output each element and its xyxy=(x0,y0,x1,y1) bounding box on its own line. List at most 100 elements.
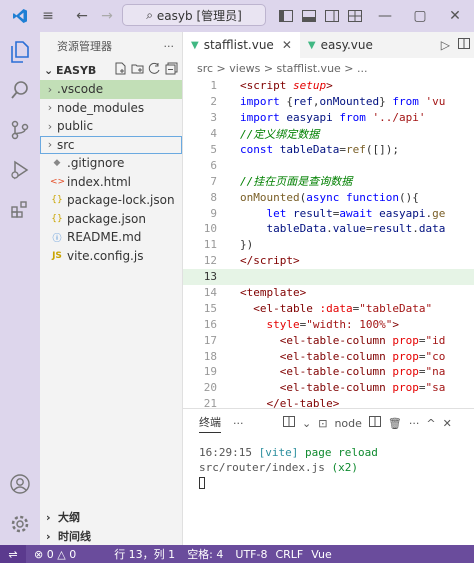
code-line[interactable]: 11}) xyxy=(183,237,474,253)
toggle-panel-icon[interactable] xyxy=(297,4,321,28)
tree-item-node-modules[interactable]: › node_modules xyxy=(40,99,182,118)
tab-stafflist-vue[interactable]: ▼ stafflist.vue ✕ xyxy=(183,32,300,58)
code-text: tableData.value=result.data xyxy=(266,222,446,236)
terminal-time: 16:29:15 xyxy=(199,446,252,459)
new-file-icon[interactable] xyxy=(114,62,127,78)
warning-icon: △ xyxy=(57,547,66,561)
manage-gear-icon[interactable] xyxy=(0,504,40,544)
code-line[interactable]: 18 <el-table-column prop="co xyxy=(183,348,474,364)
code-line[interactable]: 20 <el-table-column prop="sa xyxy=(183,380,474,396)
split-terminal-icon[interactable] xyxy=(283,416,295,430)
chevron-down-icon: ⌄ xyxy=(44,63,54,77)
trash-icon[interactable]: 🗑 xyxy=(388,417,402,430)
maximize-panel-icon[interactable]: ^ xyxy=(426,417,435,430)
collapse-all-icon[interactable] xyxy=(165,62,178,78)
close-panel-icon[interactable]: ✕ xyxy=(443,417,452,430)
breadcrumb[interactable]: src > views > stafflist.vue > ... xyxy=(183,58,474,78)
code-editor[interactable]: 1 <script setup> 2 import {ref,onMounted} f… xyxy=(183,78,474,412)
arrow-right-icon[interactable]: → xyxy=(95,4,119,28)
code-line[interactable]: 13 xyxy=(183,268,474,285)
code-line[interactable]: 4 //定义绑定数据 xyxy=(183,126,474,142)
chevron-down-icon[interactable]: ⌄ xyxy=(302,417,311,430)
tree-item-src[interactable]: › src xyxy=(40,135,182,154)
code-text: <script setup> xyxy=(240,79,333,93)
command-center-search[interactable]: ⌕ easyb [管理员] xyxy=(122,4,266,26)
workspace-folder[interactable]: ⌄ EASYB xyxy=(40,60,182,80)
code-line[interactable]: 9 let result=await easyapi.ge xyxy=(183,205,474,221)
close-window-icon[interactable]: ✕ xyxy=(443,4,467,28)
panel-dots-icon[interactable]: ··· xyxy=(409,417,420,430)
split-editor-icon[interactable] xyxy=(458,38,470,52)
explorer-icon[interactable] xyxy=(0,32,40,72)
tree-item-gitignore[interactable]: ◆ .gitignore xyxy=(40,154,182,173)
tree-item-index-html[interactable]: <> index.html xyxy=(40,173,182,192)
line-number: 10 xyxy=(203,222,217,236)
source-control-icon[interactable] xyxy=(0,110,40,150)
new-folder-icon[interactable] xyxy=(131,62,144,78)
toggle-sidebar-icon[interactable] xyxy=(274,4,298,28)
tree-item-vscode[interactable]: › .vscode xyxy=(40,80,182,99)
code-line[interactable]: 15 <el-table :data="tableData" xyxy=(183,300,474,316)
language-mode[interactable]: Vue xyxy=(311,548,332,561)
code-line[interactable]: 14 <template> xyxy=(183,285,474,301)
code-line[interactable]: 5 const tableData=ref([]); xyxy=(183,142,474,158)
refresh-icon[interactable] xyxy=(148,62,161,78)
code-line[interactable]: 7 //挂在页面是查询数据 xyxy=(183,173,474,189)
tree-item-label: node_modules xyxy=(57,100,145,115)
panel-more-icon[interactable]: ··· xyxy=(233,417,244,430)
tree-item-package-lock[interactable]: {} package-lock.json xyxy=(40,191,182,210)
terminal-name[interactable]: node xyxy=(334,417,361,430)
code-line[interactable]: 10 tableData.value=result.data xyxy=(183,221,474,237)
timeline-section[interactable]: › 时间线 xyxy=(40,527,183,545)
code-line[interactable]: 6 xyxy=(183,157,474,173)
code-line[interactable]: 16 style="width: 100%"> xyxy=(183,316,474,332)
tree-item-vite-config[interactable]: JS vite.config.js xyxy=(40,247,182,266)
code-line[interactable]: 3 import easyapi from '../api' xyxy=(183,110,474,126)
tab-terminal[interactable]: 终端 xyxy=(199,414,221,433)
tab-easy-vue[interactable]: ▼ easy.vue xyxy=(300,32,381,58)
run-icon[interactable]: ▷ xyxy=(441,38,450,52)
code-text: </script> xyxy=(240,254,300,268)
tree-item-readme[interactable]: ⓘ README.md xyxy=(40,228,182,247)
line-ending[interactable]: CRLF xyxy=(275,548,303,561)
remote-icon[interactable]: ⇌ xyxy=(0,545,26,563)
tree-item-label: index.html xyxy=(67,174,131,189)
customize-layout-icon[interactable] xyxy=(343,4,367,28)
minimize-icon[interactable]: — xyxy=(373,4,397,28)
run-debug-icon[interactable] xyxy=(0,150,40,190)
search-view-icon[interactable] xyxy=(0,70,40,110)
code-line[interactable]: 12 </script> xyxy=(183,253,474,269)
code-line[interactable]: 8 onMounted(async function(){ xyxy=(183,189,474,205)
toggle-secondary-sidebar-icon[interactable] xyxy=(320,4,344,28)
outline-section[interactable]: › 大纲 xyxy=(40,508,183,526)
vscode-logo-icon xyxy=(8,4,32,28)
tree-item-package-json[interactable]: {} package.json xyxy=(40,210,182,229)
code-line[interactable]: 1 <script setup> xyxy=(183,78,474,94)
indentation[interactable]: 空格: 4 xyxy=(187,546,223,562)
menu-icon[interactable]: ≡ xyxy=(36,4,60,28)
code-line[interactable]: 2 import {ref,onMounted} from 'vu xyxy=(183,94,474,110)
extensions-icon[interactable] xyxy=(0,190,40,230)
sidebar-title: 资源管理器 xyxy=(57,40,112,53)
code-line[interactable]: 17 <el-table-column prop="id xyxy=(183,332,474,348)
tree-item-public[interactable]: › public xyxy=(40,117,182,136)
sidebar-more-icon[interactable]: ··· xyxy=(164,40,175,53)
problems-indicator[interactable]: ⊗ 0 △ 0 xyxy=(34,548,76,561)
code-line[interactable]: 19 <el-table-column prop="na xyxy=(183,364,474,380)
arrow-left-icon[interactable]: ← xyxy=(70,4,94,28)
line-number: 4 xyxy=(210,127,217,141)
maximize-icon[interactable]: ▢ xyxy=(408,4,432,28)
tree-item-label: .vscode xyxy=(57,82,104,97)
cursor-position[interactable]: 行 13，列 1 xyxy=(114,546,175,562)
line-number: 2 xyxy=(210,95,217,109)
close-tab-icon[interactable]: ✕ xyxy=(282,38,292,52)
line-number: 16 xyxy=(203,317,217,331)
accounts-icon[interactable] xyxy=(0,464,40,504)
tab-label: stafflist.vue xyxy=(203,38,274,52)
encoding[interactable]: UTF-8 xyxy=(235,548,267,561)
terminal-output[interactable]: 16:29:15 [vite] page reload src/router/i… xyxy=(199,445,469,493)
split-icon[interactable] xyxy=(368,416,381,430)
code-text: let result=await easyapi.ge xyxy=(266,206,446,220)
title-bar: ≡ ← → ⌕ easyb [管理员] — ▢ ✕ xyxy=(0,0,474,32)
terminal-tag: [vite] xyxy=(258,446,299,459)
